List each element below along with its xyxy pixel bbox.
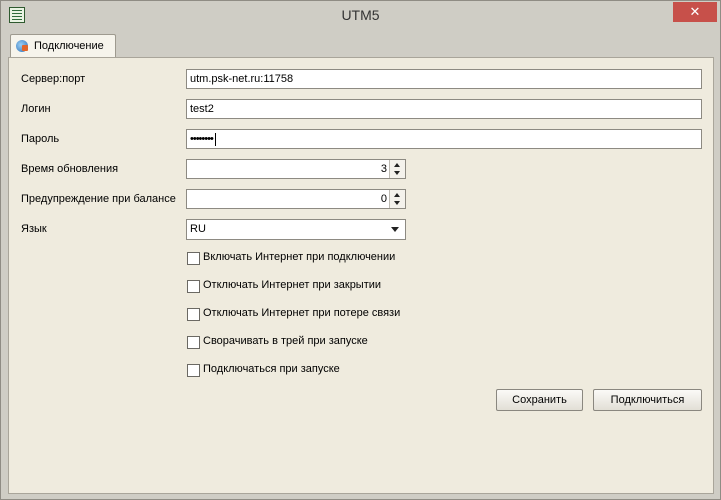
checkbox-label[interactable]: Сворачивать в трей при запуске (203, 335, 368, 347)
checkbox-box[interactable] (187, 280, 200, 293)
checkbox-label[interactable]: Отключать Интернет при закрытии (203, 279, 381, 291)
checkbox-label[interactable]: Отключать Интернет при потере связи (203, 307, 400, 319)
connection-panel: Сервер:порт utm.psk-net.ru:11758 Логин t… (8, 57, 714, 494)
checkbox-box[interactable] (187, 308, 200, 321)
language-label: Язык (21, 223, 47, 235)
language-value: RU (190, 223, 206, 235)
spin-up-icon[interactable] (394, 163, 400, 167)
checkbox-label[interactable]: Подключаться при запуске (203, 363, 340, 375)
password-input[interactable]: •••••••• (186, 129, 702, 149)
checkbox-box[interactable] (187, 364, 200, 377)
chevron-down-icon (391, 227, 399, 232)
balance-warning-spinbox[interactable]: 0 (186, 189, 406, 209)
refresh-value: 3 (380, 163, 387, 175)
spin-down-icon[interactable] (394, 201, 400, 205)
server-input[interactable]: utm.psk-net.ru:11758 (186, 69, 702, 89)
window-title: UTM5 (341, 7, 380, 23)
spin-down-icon[interactable] (394, 171, 400, 175)
login-label: Логин (21, 103, 51, 115)
title-bar[interactable]: UTM5 ✕ (1, 1, 720, 32)
balance-warning-label: Предупреждение при балансе (21, 193, 176, 205)
globe-connection-icon (16, 40, 28, 52)
spin-arrows[interactable] (389, 160, 405, 178)
password-label: Пароль (21, 133, 60, 145)
spin-arrows[interactable] (389, 190, 405, 208)
refresh-label: Время обновления (21, 163, 119, 175)
server-label: Сервер:порт (21, 73, 86, 85)
password-mask: •••••••• (190, 133, 214, 145)
connect-button[interactable]: Подключиться (593, 389, 702, 411)
tab-label: Подключение (34, 40, 104, 52)
balance-warning-value: 0 (380, 193, 387, 205)
checkbox-box[interactable] (187, 336, 200, 349)
login-input[interactable]: test2 (186, 99, 702, 119)
language-select[interactable]: RU (186, 219, 406, 240)
app-window: UTM5 ✕ Подключение Сервер:порт utm.psk-n… (0, 0, 721, 500)
checkbox-label[interactable]: Включать Интернет при подключении (203, 251, 395, 263)
tab-connection[interactable]: Подключение (10, 34, 116, 57)
tab-strip: Подключение (8, 34, 714, 58)
refresh-spinbox[interactable]: 3 (186, 159, 406, 179)
spin-up-icon[interactable] (394, 193, 400, 197)
save-button[interactable]: Сохранить (496, 389, 583, 411)
checkbox-box[interactable] (187, 252, 200, 265)
text-cursor (214, 132, 216, 146)
close-button[interactable]: ✕ (673, 2, 717, 22)
